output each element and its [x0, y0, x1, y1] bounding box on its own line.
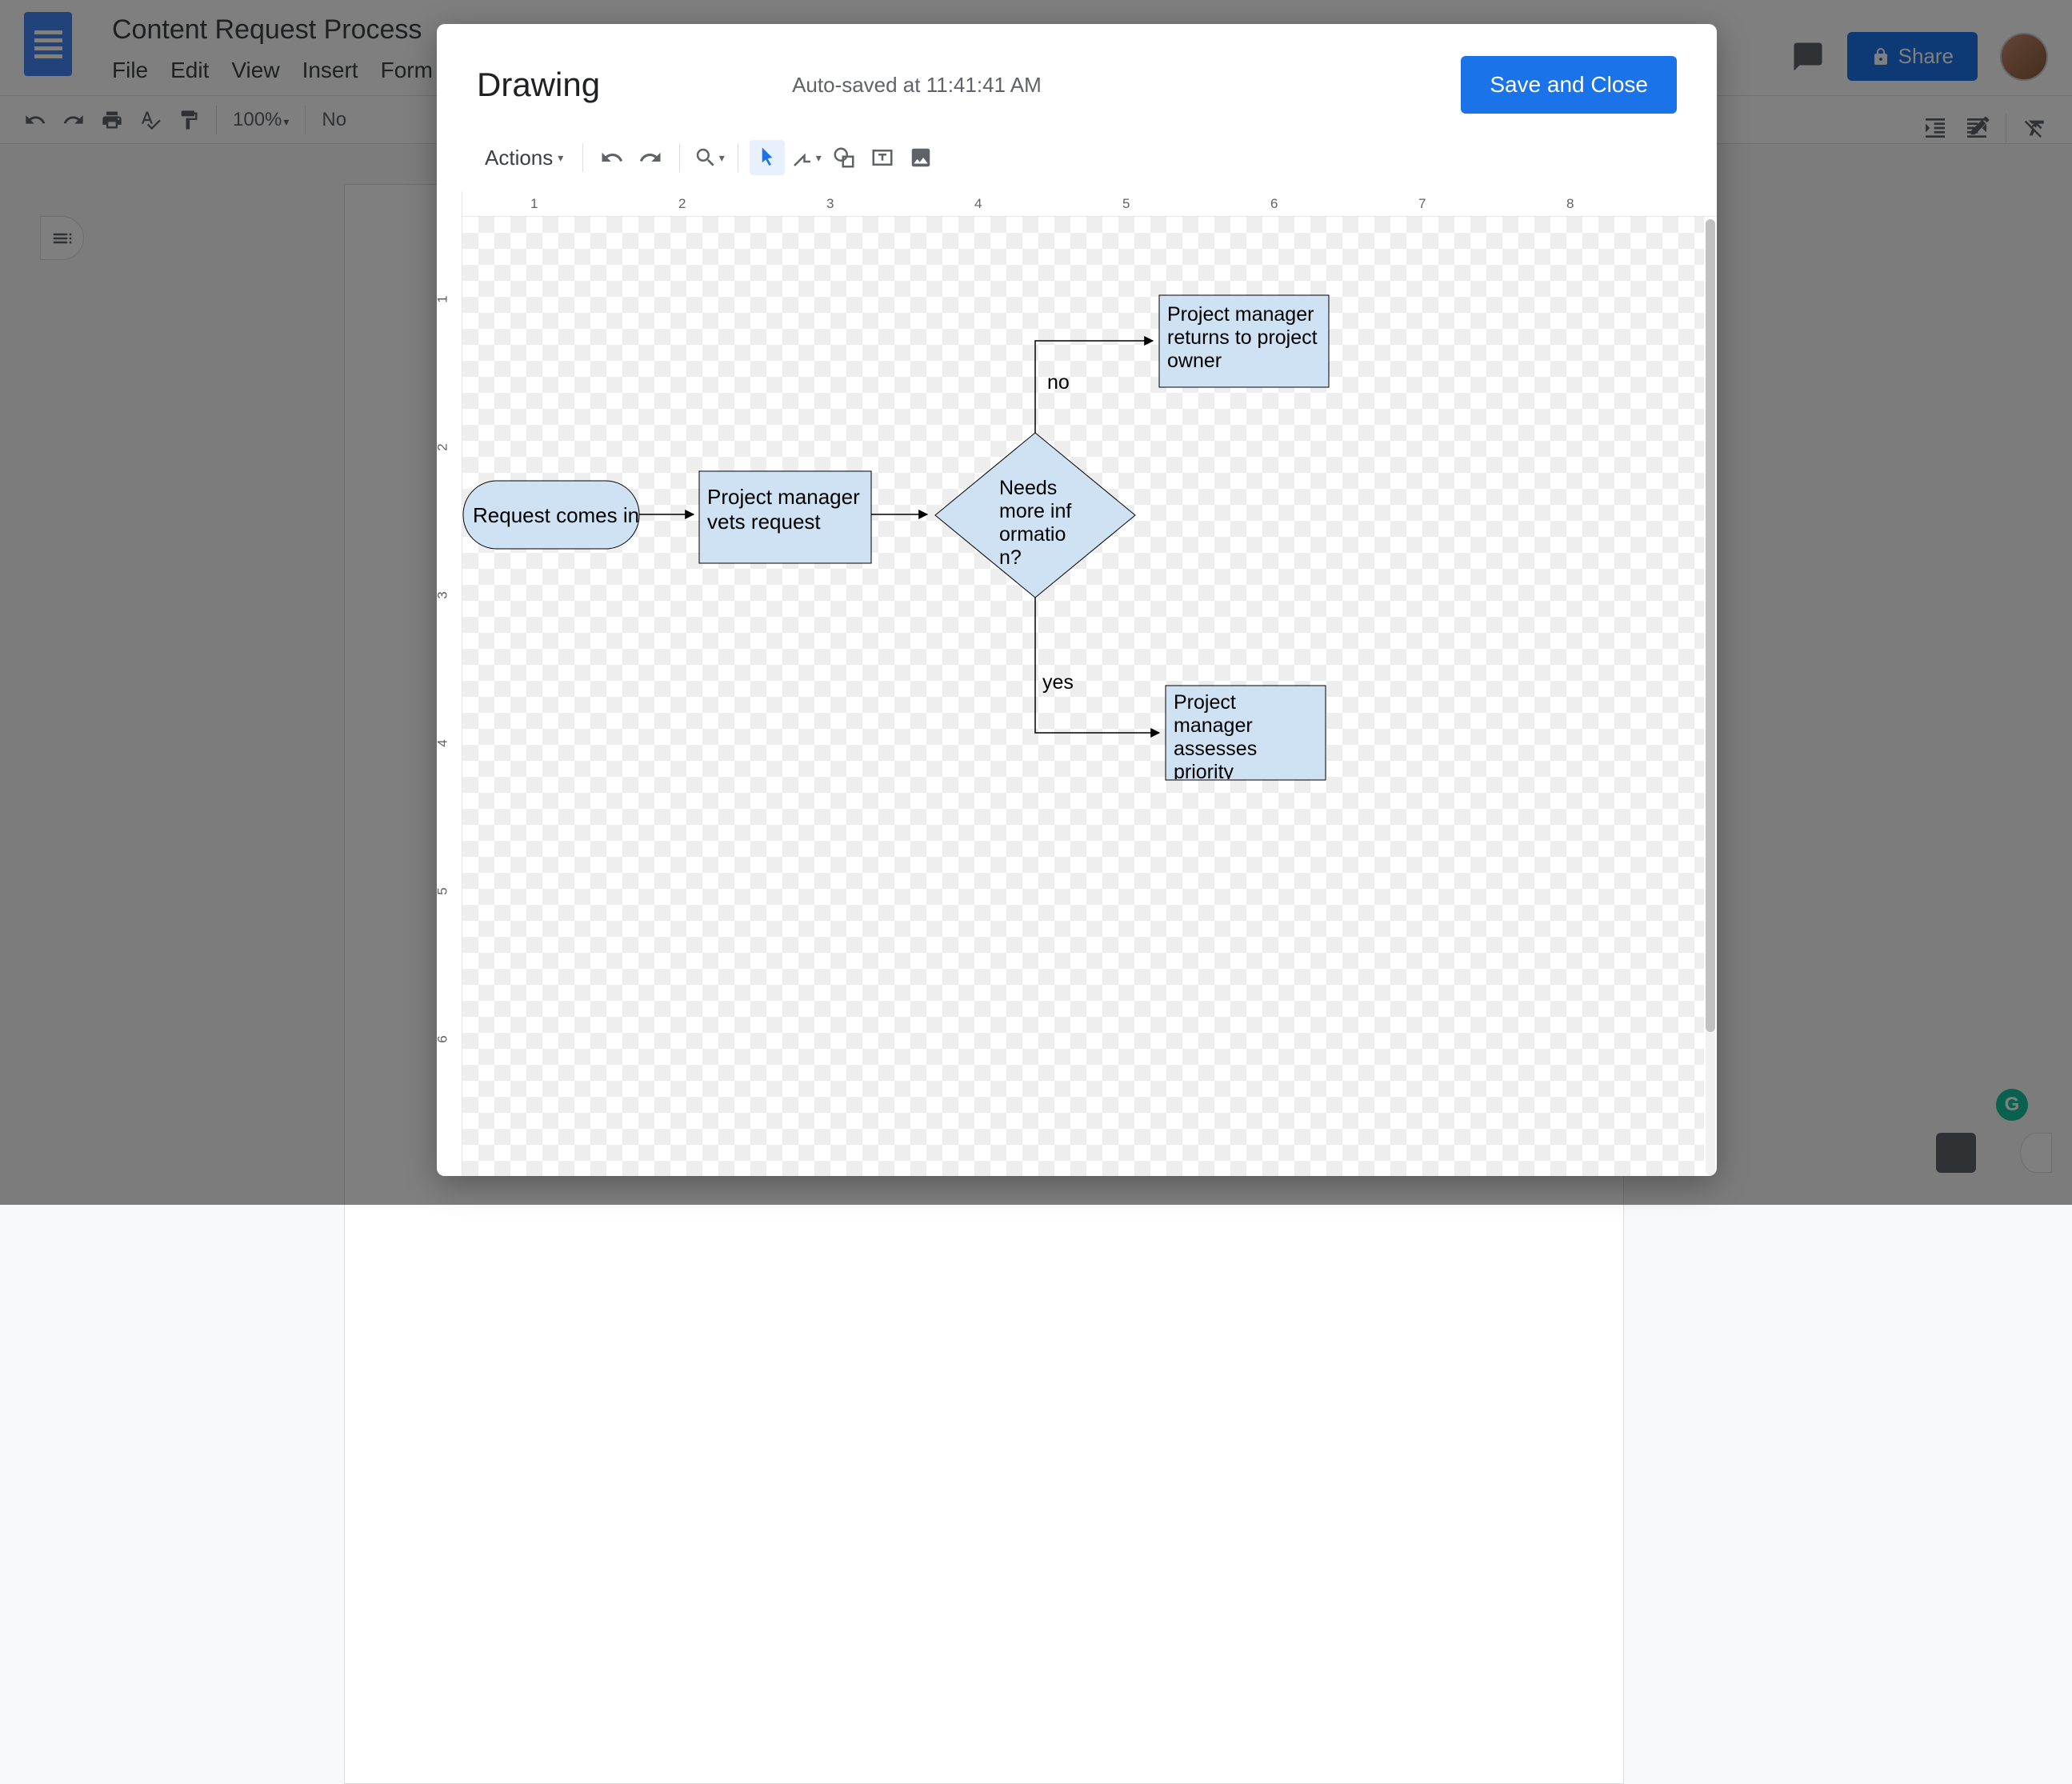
drawing-main: 1 2 3 4 5 6 7 8 [462, 191, 1717, 1176]
undo-icon [600, 146, 624, 170]
arrow-decision-yes[interactable] [1035, 598, 1159, 733]
zoom-button[interactable] [691, 140, 726, 175]
flowchart-svg: Request comes in Project manager vets re… [462, 217, 1704, 1176]
select-tool[interactable] [750, 140, 785, 175]
modal-header: Drawing Auto-saved at 11:41:41 AM Save a… [437, 24, 1717, 134]
cursor-icon [755, 146, 779, 170]
line-icon [790, 146, 814, 170]
drawing-toolbar: Actions [437, 134, 1717, 191]
flowchart-return-node[interactable]: Project manager returns to project owner [1159, 295, 1329, 387]
svg-text:Request comes in: Request comes in [473, 503, 639, 527]
modal-title: Drawing [477, 66, 600, 104]
line-tool[interactable] [788, 140, 823, 175]
decision-yes-label: yes [1042, 671, 1074, 694]
image-icon [909, 146, 933, 170]
flowchart-assess-node[interactable]: Project manager assesses priority [1166, 686, 1326, 780]
flowchart-decision-node[interactable]: Needs more information? [935, 433, 1135, 598]
flowchart-start-node[interactable]: Request comes in [463, 481, 639, 549]
redo-button[interactable] [633, 140, 668, 175]
undo-button[interactable] [594, 140, 630, 175]
horizontal-ruler: 1 2 3 4 5 6 7 8 [462, 191, 1717, 217]
zoom-icon [694, 146, 718, 170]
vertical-ruler: 1 2 3 4 5 6 [437, 191, 462, 1176]
autosave-status: Auto-saved at 11:41:41 AM [792, 73, 1042, 98]
image-tool[interactable] [903, 140, 938, 175]
shape-tool[interactable] [826, 140, 862, 175]
drawing-canvas[interactable]: Request comes in Project manager vets re… [462, 217, 1704, 1176]
flowchart-vet-node[interactable]: Project manager vets request [699, 471, 871, 563]
drawing-area: 1 2 3 4 5 6 1 2 3 4 5 6 7 8 [437, 191, 1717, 1176]
shape-icon [832, 146, 856, 170]
textbox-icon [870, 146, 894, 170]
decision-no-label: no [1047, 371, 1070, 394]
drawing-modal: Drawing Auto-saved at 11:41:41 AM Save a… [437, 24, 1717, 1176]
redo-icon [638, 146, 662, 170]
vertical-scrollbar[interactable] [1706, 219, 1715, 1175]
text-box-tool[interactable] [865, 140, 900, 175]
save-and-close-button[interactable]: Save and Close [1461, 56, 1677, 114]
actions-menu[interactable]: Actions [477, 141, 571, 175]
